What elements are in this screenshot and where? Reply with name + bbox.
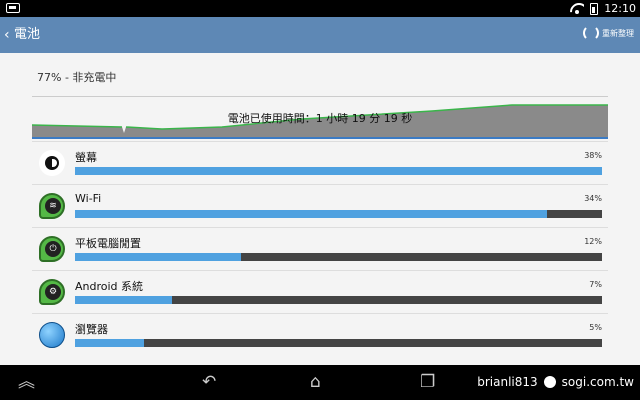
brightness-icon xyxy=(39,150,65,176)
usage-bar xyxy=(75,210,602,218)
watermark-user: brianli813 xyxy=(477,375,538,389)
usage-bar-fill xyxy=(75,296,173,304)
navigation-bar: ︽ ↶ ⌂ ❐ brianli813 sogi.com.tw xyxy=(0,365,640,400)
collapse-chevron-icon[interactable]: ︽ xyxy=(18,373,35,391)
usage-bar xyxy=(75,253,602,261)
awake-track xyxy=(32,137,608,139)
usage-item-label: 瀏覽器 xyxy=(75,323,108,336)
watermark-site: sogi.com.tw xyxy=(561,375,634,389)
page-title[interactable]: 電池 xyxy=(14,26,40,44)
usage-bar-fill xyxy=(75,339,145,347)
usage-bar xyxy=(75,339,602,347)
battery-status: 77% - 非充電中 xyxy=(37,71,117,84)
wifi-signal-icon xyxy=(570,3,584,14)
usage-item-label: 螢幕 xyxy=(75,151,97,164)
status-bar-right: 12:10 xyxy=(570,0,636,17)
divider xyxy=(32,96,608,97)
status-bar: 12:10 xyxy=(0,0,640,17)
refresh-button[interactable]: 重新整理 xyxy=(583,25,634,41)
usage-bar xyxy=(75,167,602,175)
battery-history-graph[interactable]: 電池已使用時間：1 小時 19 分 19 秒 xyxy=(32,103,608,139)
usage-item-percent: 34% xyxy=(584,194,602,203)
wifi-icon: ≋ xyxy=(39,193,65,219)
usage-item-label: Android 系統 xyxy=(75,280,144,293)
usage-item-label: 平板電腦閒置 xyxy=(75,237,141,250)
usage-bar-fill xyxy=(75,253,242,261)
back-button-icon[interactable]: ↶ xyxy=(202,373,216,391)
refresh-label: 重新整理 xyxy=(602,28,634,38)
usage-bar-fill xyxy=(75,167,602,175)
usage-item-percent: 38% xyxy=(584,151,602,160)
notification-icon xyxy=(6,3,20,13)
usage-item-browser[interactable]: 瀏覽器 5% xyxy=(32,313,608,356)
usage-bar-fill xyxy=(75,210,547,218)
status-time: 12:10 xyxy=(604,2,636,15)
watermark: brianli813 sogi.com.tw xyxy=(477,375,634,389)
usage-item-percent: 12% xyxy=(584,237,602,246)
watermark-logo-icon xyxy=(543,376,556,388)
usage-item-label: Wi-Fi xyxy=(75,192,102,205)
action-bar: ‹ 電池 重新整理 xyxy=(0,17,640,53)
usage-item-android[interactable]: ⚙ Android 系統 7% xyxy=(32,270,608,313)
usage-list: 螢幕 38% ≋ Wi-Fi 34% ⏻ 平板電腦閒置 12% ⚙ Androi… xyxy=(32,141,608,356)
usage-bar xyxy=(75,296,602,304)
usage-time: 電池已使用時間：1 小時 19 分 19 秒 xyxy=(227,112,413,125)
usage-item-percent: 7% xyxy=(589,280,602,289)
usage-item-screen[interactable]: 螢幕 38% xyxy=(32,141,608,184)
browser-icon xyxy=(39,322,65,348)
refresh-icon xyxy=(583,25,599,41)
android-system-icon: ⚙ xyxy=(39,279,65,305)
usage-item-idle[interactable]: ⏻ 平板電腦閒置 12% xyxy=(32,227,608,270)
home-icon[interactable]: ⌂ xyxy=(310,373,321,391)
battery-icon xyxy=(590,2,599,15)
battery-content: 77% - 非充電中 電池已使用時間：1 小時 19 分 19 秒 螢幕 38%… xyxy=(0,53,640,365)
recent-apps-icon[interactable]: ❐ xyxy=(420,373,435,391)
power-icon: ⏻ xyxy=(39,236,65,262)
usage-item-percent: 5% xyxy=(589,323,602,332)
usage-item-wifi[interactable]: ≋ Wi-Fi 34% xyxy=(32,184,608,227)
back-chevron-icon[interactable]: ‹ xyxy=(4,27,10,43)
